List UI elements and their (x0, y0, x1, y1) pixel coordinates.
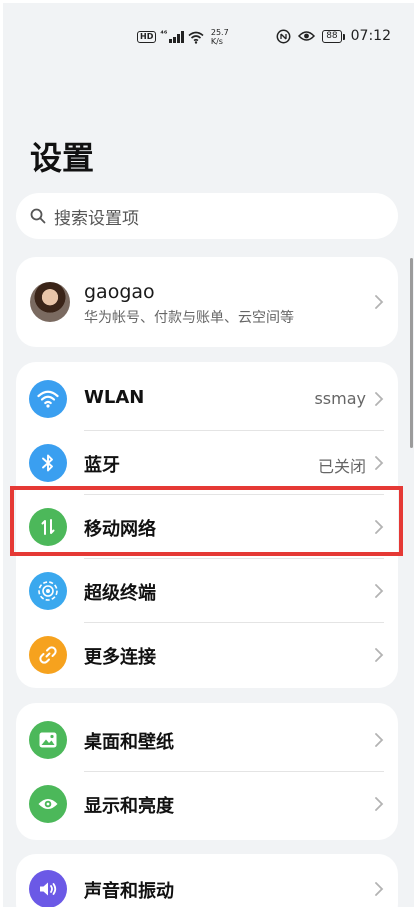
account-subtitle: 华为帐号、付款与账单、云空间等 (84, 310, 294, 326)
status-bar: HD ⁴⁶ 25.7 K/s 88 07:12 (0, 22, 417, 56)
settings-item-label: 显示和亮度 (84, 796, 174, 817)
settings-item-label: 移动网络 (84, 519, 156, 540)
settings-item-label: 更多连接 (84, 647, 156, 668)
chevron-right-icon (375, 648, 384, 662)
sound-group: 声音和振动 (16, 854, 398, 910)
chevron-right-icon (375, 295, 384, 309)
network-type-label: ⁴⁶ (160, 28, 168, 38)
settings-item-wlan[interactable]: WLAN ssmay (16, 367, 398, 431)
chevron-right-icon (375, 392, 384, 406)
sound-icon (29, 870, 67, 908)
hd-icon: HD (137, 31, 157, 43)
link-icon (29, 636, 67, 674)
chevron-right-icon (375, 797, 384, 811)
connectivity-group: WLAN ssmay 蓝牙 已关闭 移动网络 超级终端 更多连接 (16, 362, 398, 688)
bluetooth-icon (29, 444, 67, 482)
clock: 07:12 (350, 28, 391, 44)
settings-item-label: 声音和振动 (84, 881, 174, 902)
settings-item-super-device[interactable]: 超级终端 (16, 559, 398, 623)
settings-item-sound[interactable]: 声音和振动 (16, 857, 398, 910)
speed-value: 25.7 (210, 28, 229, 37)
account-name: gaogao (84, 281, 155, 303)
page-title: 设置 (30, 139, 95, 177)
network-speed: 25.7 K/s (211, 28, 229, 46)
search-bar[interactable]: 搜索设置项 (16, 193, 398, 239)
wallpaper-icon (29, 721, 67, 759)
nfc-icon (276, 29, 291, 43)
chevron-right-icon (375, 584, 384, 598)
settings-item-label: 蓝牙 (84, 455, 120, 476)
bluetooth-status: 已关闭 (317, 457, 366, 476)
chevron-right-icon (375, 733, 384, 747)
battery-icon: 88 (322, 29, 346, 43)
settings-item-label: 桌面和壁纸 (84, 732, 174, 753)
account-card[interactable]: gaogao 华为帐号、付款与账单、云空间等 (16, 257, 398, 347)
wifi-status-icon (188, 31, 204, 44)
settings-item-display[interactable]: 显示和亮度 (16, 772, 398, 836)
mobile-data-icon (29, 508, 67, 546)
eye-icon (29, 785, 67, 823)
avatar (30, 282, 70, 322)
search-icon (30, 208, 46, 224)
settings-item-mobile-network[interactable]: 移动网络 (16, 495, 398, 559)
eye-comfort-icon (298, 31, 316, 41)
settings-item-bluetooth[interactable]: 蓝牙 已关闭 (16, 431, 398, 495)
settings-item-label: WLAN (84, 387, 145, 408)
display-group: 桌面和壁纸 显示和亮度 (16, 703, 398, 840)
settings-item-label: 超级终端 (84, 583, 156, 604)
settings-item-wallpaper[interactable]: 桌面和壁纸 (16, 708, 398, 772)
scrollbar[interactable] (410, 258, 413, 448)
chevron-right-icon (375, 520, 384, 534)
super-device-icon (29, 572, 67, 610)
signal-icon (169, 31, 184, 43)
wifi-icon (29, 380, 67, 418)
chevron-right-icon (375, 882, 384, 896)
wlan-network-name: ssmay (314, 389, 366, 408)
search-placeholder: 搜索设置项 (54, 208, 139, 229)
settings-item-more-connections[interactable]: 更多连接 (16, 623, 398, 687)
chevron-right-icon (375, 456, 384, 470)
speed-unit: K/s (210, 37, 223, 46)
